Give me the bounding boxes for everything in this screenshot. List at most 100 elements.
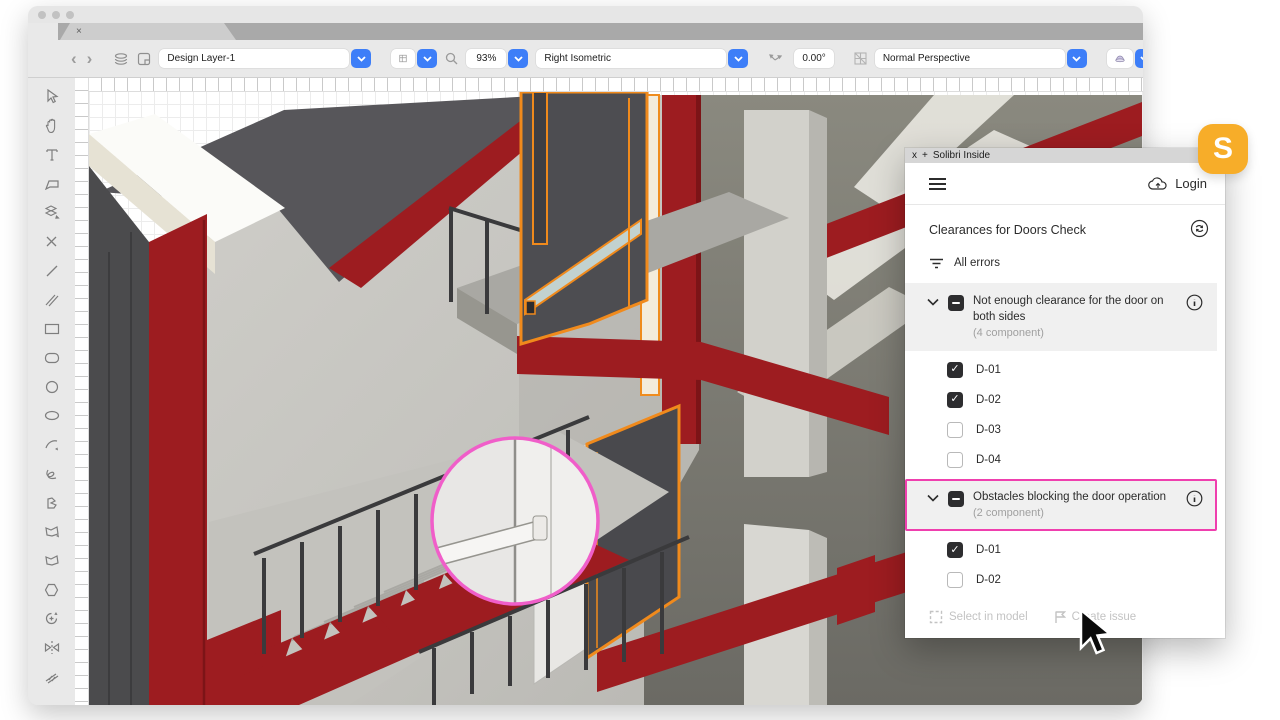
component-checkbox[interactable]: ✓ <box>947 392 963 408</box>
projection-icon <box>854 52 867 65</box>
component-checkbox[interactable] <box>947 572 963 588</box>
group-title: Obstacles blocking the door operation <box>973 491 1166 503</box>
rectangle-tool-icon[interactable] <box>38 314 66 343</box>
group-checkbox[interactable] <box>948 491 964 507</box>
group-checkbox[interactable] <box>948 295 964 311</box>
traffic-light-minimize[interactable] <box>52 11 60 19</box>
polygon-2-tool-icon[interactable] <box>38 546 66 575</box>
selection-tool-icon[interactable] <box>38 82 66 111</box>
window-titlebar[interactable] <box>28 6 1143 23</box>
view-value[interactable]: Right Isometric <box>536 49 726 68</box>
class-options-dropdown[interactable] <box>391 49 437 68</box>
document-tab[interactable]: × <box>60 23 236 40</box>
pan-tool-icon[interactable] <box>38 111 66 140</box>
render-mode-icon[interactable] <box>1107 49 1133 68</box>
component-label: D-02 <box>976 574 1001 586</box>
panel-tab-title: Solibri Inside <box>933 150 990 161</box>
panel-close-icon[interactable]: x <box>912 150 917 161</box>
concrete-column <box>744 110 809 477</box>
freehand-tool-icon[interactable] <box>38 459 66 488</box>
login-button[interactable]: Login <box>1148 176 1207 191</box>
zoom-value[interactable]: 93% <box>466 49 506 68</box>
component-row[interactable]: D-03 <box>905 415 1225 445</box>
view-dropdown[interactable]: Right Isometric <box>536 49 748 68</box>
rotation-value[interactable]: 0.00° <box>794 49 833 68</box>
component-row[interactable]: D-02 <box>905 565 1225 595</box>
issue-group-row[interactable]: Not enough clearance for the door on bot… <box>905 283 1217 351</box>
render-mode-dropdown[interactable] <box>1107 49 1143 68</box>
info-icon[interactable] <box>1186 294 1203 314</box>
select-in-model-button[interactable]: Select in model <box>929 610 1028 624</box>
offset-tool-icon[interactable] <box>38 662 66 691</box>
group-title: Not enough clearance for the door on bot… <box>973 295 1164 323</box>
rotation-icon <box>768 52 786 66</box>
check-title: Clearances for Doors Check <box>929 223 1086 237</box>
tool-palette <box>28 78 75 705</box>
regular-polygon-tool-icon[interactable] <box>38 575 66 604</box>
component-label: D-01 <box>976 364 1001 376</box>
issue-group-row[interactable]: Obstacles blocking the door operation (2… <box>905 479 1217 531</box>
rerun-check-icon[interactable] <box>1190 219 1209 241</box>
delete-tool-icon[interactable] <box>38 227 66 256</box>
polygon-tool-icon[interactable] <box>38 517 66 546</box>
layers-icon[interactable] <box>113 52 129 66</box>
component-label: D-03 <box>976 424 1001 436</box>
component-checkbox[interactable]: ✓ <box>947 542 963 558</box>
cloud-sync-icon <box>1148 176 1168 191</box>
component-row[interactable]: ✓ D-02 <box>905 385 1225 415</box>
projection-chevron[interactable] <box>1067 49 1087 68</box>
zoom-chevron[interactable] <box>508 49 528 68</box>
projection-value[interactable]: Normal Perspective <box>875 49 1065 68</box>
callout-tool-icon[interactable] <box>38 169 66 198</box>
back-icon[interactable]: ‹ <box>70 50 78 67</box>
zoom-dropdown[interactable]: 93% <box>466 49 528 68</box>
section-cut-beam <box>517 336 701 380</box>
chevron-down-icon[interactable] <box>927 493 939 505</box>
polyline-tool-icon[interactable] <box>38 488 66 517</box>
class-options-icon[interactable] <box>391 49 415 68</box>
text-tool-icon[interactable] <box>38 140 66 169</box>
ellipse-tool-icon[interactable] <box>38 401 66 430</box>
extrude-tool-icon[interactable] <box>38 198 66 227</box>
chevron-down-icon[interactable] <box>927 297 939 309</box>
component-checkbox[interactable] <box>947 422 963 438</box>
component-checkbox[interactable]: ✓ <box>947 362 963 378</box>
section-cut-column-mid <box>662 95 701 444</box>
line-tool-icon[interactable] <box>38 256 66 285</box>
panel-add-icon[interactable]: + <box>922 150 928 161</box>
double-line-tool-icon[interactable] <box>38 285 66 314</box>
results-filter[interactable]: All errors <box>905 251 1225 279</box>
rounded-rectangle-tool-icon[interactable] <box>38 343 66 372</box>
projection-dropdown[interactable]: Normal Perspective <box>875 49 1087 68</box>
design-layer-dropdown[interactable]: Design Layer-1 <box>159 49 371 68</box>
flag-icon <box>1054 610 1066 624</box>
view-chevron[interactable] <box>728 49 748 68</box>
arc-tool-icon[interactable] <box>38 430 66 459</box>
traffic-light-zoom[interactable] <box>66 11 74 19</box>
sheet-icon[interactable] <box>137 52 151 66</box>
component-row[interactable]: ✓ D-01 <box>905 535 1225 565</box>
component-checkbox[interactable] <box>947 452 963 468</box>
document-tabstrip: × <box>28 23 1143 40</box>
zoom-search-icon <box>445 52 458 65</box>
design-layer-chevron[interactable] <box>351 49 371 68</box>
issue-groups: Not enough clearance for the door on bot… <box>905 283 1225 595</box>
interior-dark-wall <box>89 166 149 705</box>
traffic-light-close[interactable] <box>38 11 46 19</box>
forward-icon[interactable]: › <box>86 50 94 67</box>
solibri-panel-tab[interactable]: x + Solibri Inside <box>905 148 1225 163</box>
component-label: D-04 <box>976 454 1001 466</box>
class-options-chevron[interactable] <box>417 49 437 68</box>
mirror-tool-icon[interactable] <box>38 633 66 662</box>
component-row[interactable]: D-04 <box>905 445 1225 475</box>
horizontal-ruler <box>89 78 1143 92</box>
menu-icon[interactable] <box>929 178 946 190</box>
component-row[interactable]: ✓ D-01 <box>905 355 1225 385</box>
tab-close-icon[interactable]: × <box>76 26 82 37</box>
circle-tool-icon[interactable] <box>38 372 66 401</box>
rotate-tool-icon[interactable] <box>38 604 66 633</box>
section-cut-column-left <box>149 214 207 705</box>
design-layer-value[interactable]: Design Layer-1 <box>159 49 349 68</box>
info-icon[interactable] <box>1186 490 1203 510</box>
render-mode-chevron[interactable] <box>1135 49 1143 68</box>
